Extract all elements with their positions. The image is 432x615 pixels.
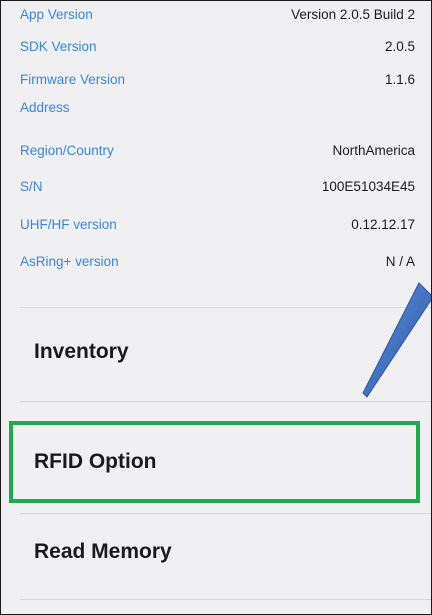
info-label: UHF/HF version [20,217,117,232]
info-label: AsRing+ version [20,254,119,269]
info-label: App Version [20,7,93,22]
menu-item-inventory[interactable]: Inventory [1,316,431,386]
info-value: Version 2.0.5 Build 2 [291,7,415,22]
menu-item-label: Read Memory [34,540,172,563]
section-divider [20,307,431,308]
device-info-section: App Version Version 2.0.5 Build 2 SDK Ve… [1,1,431,307]
info-value: 0.12.12.17 [351,217,415,232]
info-row-firmware-version: Firmware Version 1.1.6 [20,71,415,89]
info-value: 1.1.6 [384,72,415,87]
menu-item-label: Inventory [34,340,129,363]
menu-divider [20,401,431,402]
menu-divider [20,513,431,514]
info-row-region-country: Region/Country NorthAmerica [20,142,415,160]
info-label: Address [20,100,70,115]
menu-item-rfid-option[interactable]: RFID Option [1,426,431,496]
info-label: S/N [20,179,43,194]
info-row-sdk-version: SDK Version 2.0.5 [20,38,415,56]
info-row-uhf-hf-version: UHF/HF version 0.12.12.17 [20,216,415,234]
info-value: 2.0.5 [384,39,415,54]
menu-item-read-memory[interactable]: Read Memory [1,516,431,586]
info-label: Firmware Version [20,72,126,87]
menu-item-label: RFID Option [34,450,157,473]
info-value: N / A [385,254,415,269]
menu-divider [20,599,431,600]
info-row-app-version: App Version Version 2.0.5 Build 2 [20,6,415,24]
app-screen: App Version Version 2.0.5 Build 2 SDK Ve… [0,0,432,615]
info-row-asring-version: AsRing+ version N / A [20,253,415,271]
info-value: 100E51034E45 [321,179,415,194]
info-row-serial-number: S/N 100E51034E45 [20,178,415,196]
info-row-address: Address [20,99,415,117]
info-label: SDK Version [20,39,97,54]
info-label: Region/Country [20,143,114,158]
info-value: NorthAmerica [332,143,415,158]
